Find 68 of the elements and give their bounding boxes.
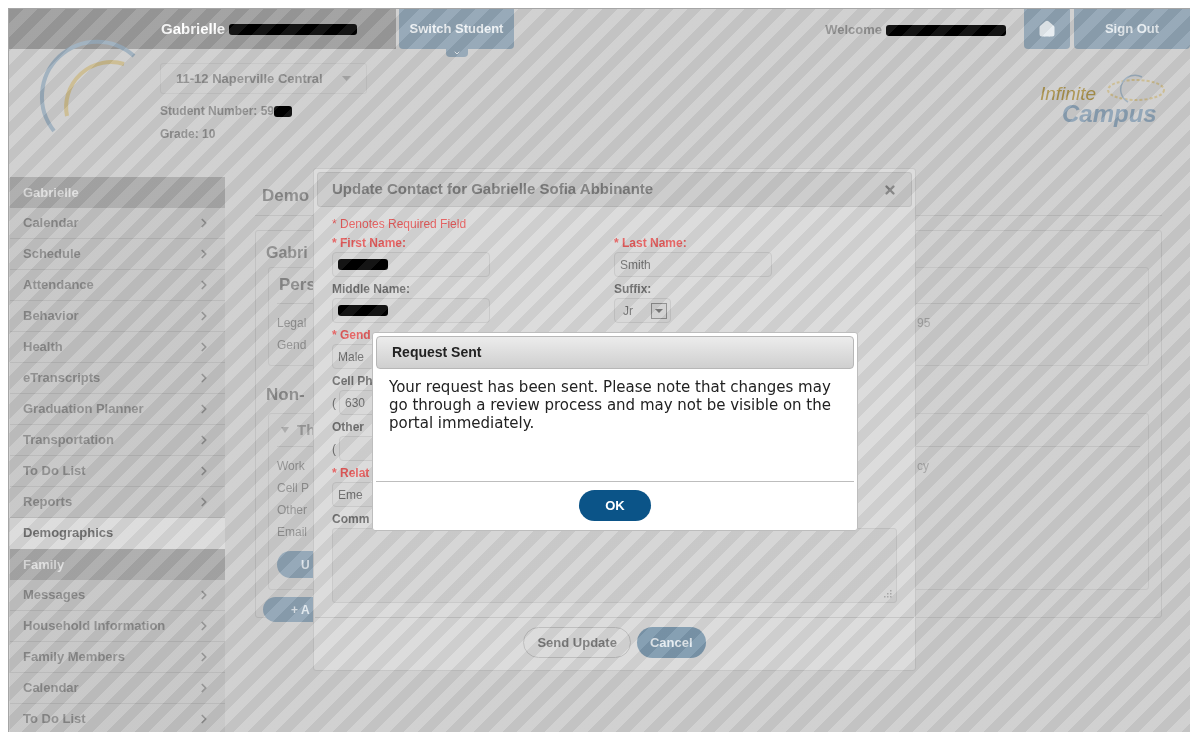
field-label: Email [277,525,307,540]
sidebar-item[interactable]: Transportation [10,425,225,456]
school-select[interactable]: 11-12 Naperville Central [160,63,367,94]
sidebar-item[interactable]: To Do List [10,704,225,732]
suffix-select[interactable]: Jr [614,298,671,323]
cancel-button[interactable]: Cancel [636,627,706,658]
section-title: Non- [266,384,305,404]
alert-title: Request Sent [392,343,482,362]
sidebar-item[interactable]: Graduation Planner [10,394,225,425]
caret-icon [655,308,663,313]
sidebar-item[interactable]: Behavior [10,301,225,332]
sidebar-item[interactable]: Calendar [10,208,225,239]
sidebar-item[interactable]: Attendance [10,270,225,301]
welcome-text: Welcome [825,21,882,40]
switch-student-button[interactable]: Switch Student [399,9,514,49]
phone-prefix: ( [332,394,336,412]
field-label: Middle Name: [332,282,410,296]
alert-message: Your request has been sent. Please note that changes may go through a review process and may not be visible on the portal immediately. [388,378,832,432]
sidebar-item[interactable]: Demographics [10,518,225,549]
field-label: Cell Ph [332,374,373,388]
page-heading: Demo [262,186,310,205]
field-label: * First Name: [332,236,407,250]
close-icon[interactable] [883,182,897,197]
student-number: Student Number: 59 [160,103,274,120]
sidebar-item[interactable]: Household Information [10,611,225,642]
send-update-button[interactable]: Send Update [523,627,631,658]
input-field[interactable] [332,252,490,277]
chevron-down-icon [453,49,461,57]
sidebar-item[interactable]: Calendar [10,673,225,704]
sidebar-item[interactable]: Family Members [10,642,225,673]
sign-out-button[interactable]: Sign Out [1074,9,1190,49]
field-label: * Gend [332,328,371,342]
sidebar-item[interactable]: Health [10,332,225,363]
field-label: * Last Name: [614,236,687,250]
dropdown-tab[interactable] [446,49,468,57]
field-label: Legal [277,315,307,331]
field-label: Suffix: [614,282,652,296]
sidebar-item[interactable]: Reports [10,487,225,518]
field-label: Other [277,503,307,518]
dropdown-button[interactable] [651,302,667,319]
redaction-bar [338,259,388,270]
sidebar-item[interactable]: eTranscripts [10,363,225,394]
field-label: Work [277,459,305,474]
input-field[interactable]: Smith [614,252,772,277]
sidebar-item[interactable]: To Do List [10,456,225,487]
field-label: Gend [277,337,307,353]
phone-prefix: ( [332,440,336,458]
comments-field[interactable] [332,528,897,603]
ok-button[interactable]: OK [579,490,651,521]
input-field[interactable] [332,298,490,323]
resize-grip-icon [883,589,892,598]
required-note: * Denotes Required Field [332,217,468,231]
field-label: * Relat [332,466,370,480]
dialog-title: Update Contact for Gabrielle Sofia Abbinante [332,179,654,200]
infinite-campus-logo: Infinite Campus [1040,74,1168,126]
redaction-bar [338,305,388,316]
field-label: Comm [332,512,370,526]
section-title: Gabri [266,243,308,261]
field-label: Other [332,420,364,434]
sidebar-item[interactable]: Schedule [10,239,225,270]
sidebar-item[interactable]: Messages [10,580,225,611]
grade-text: Grade: 10 [160,126,217,143]
home-icon [1038,20,1056,38]
caret-icon [342,76,351,81]
student-name: Gabrielle [161,18,226,39]
redaction-bar [274,105,292,117]
home-button[interactable] [1024,9,1070,49]
field-label: Cell P [277,481,309,496]
